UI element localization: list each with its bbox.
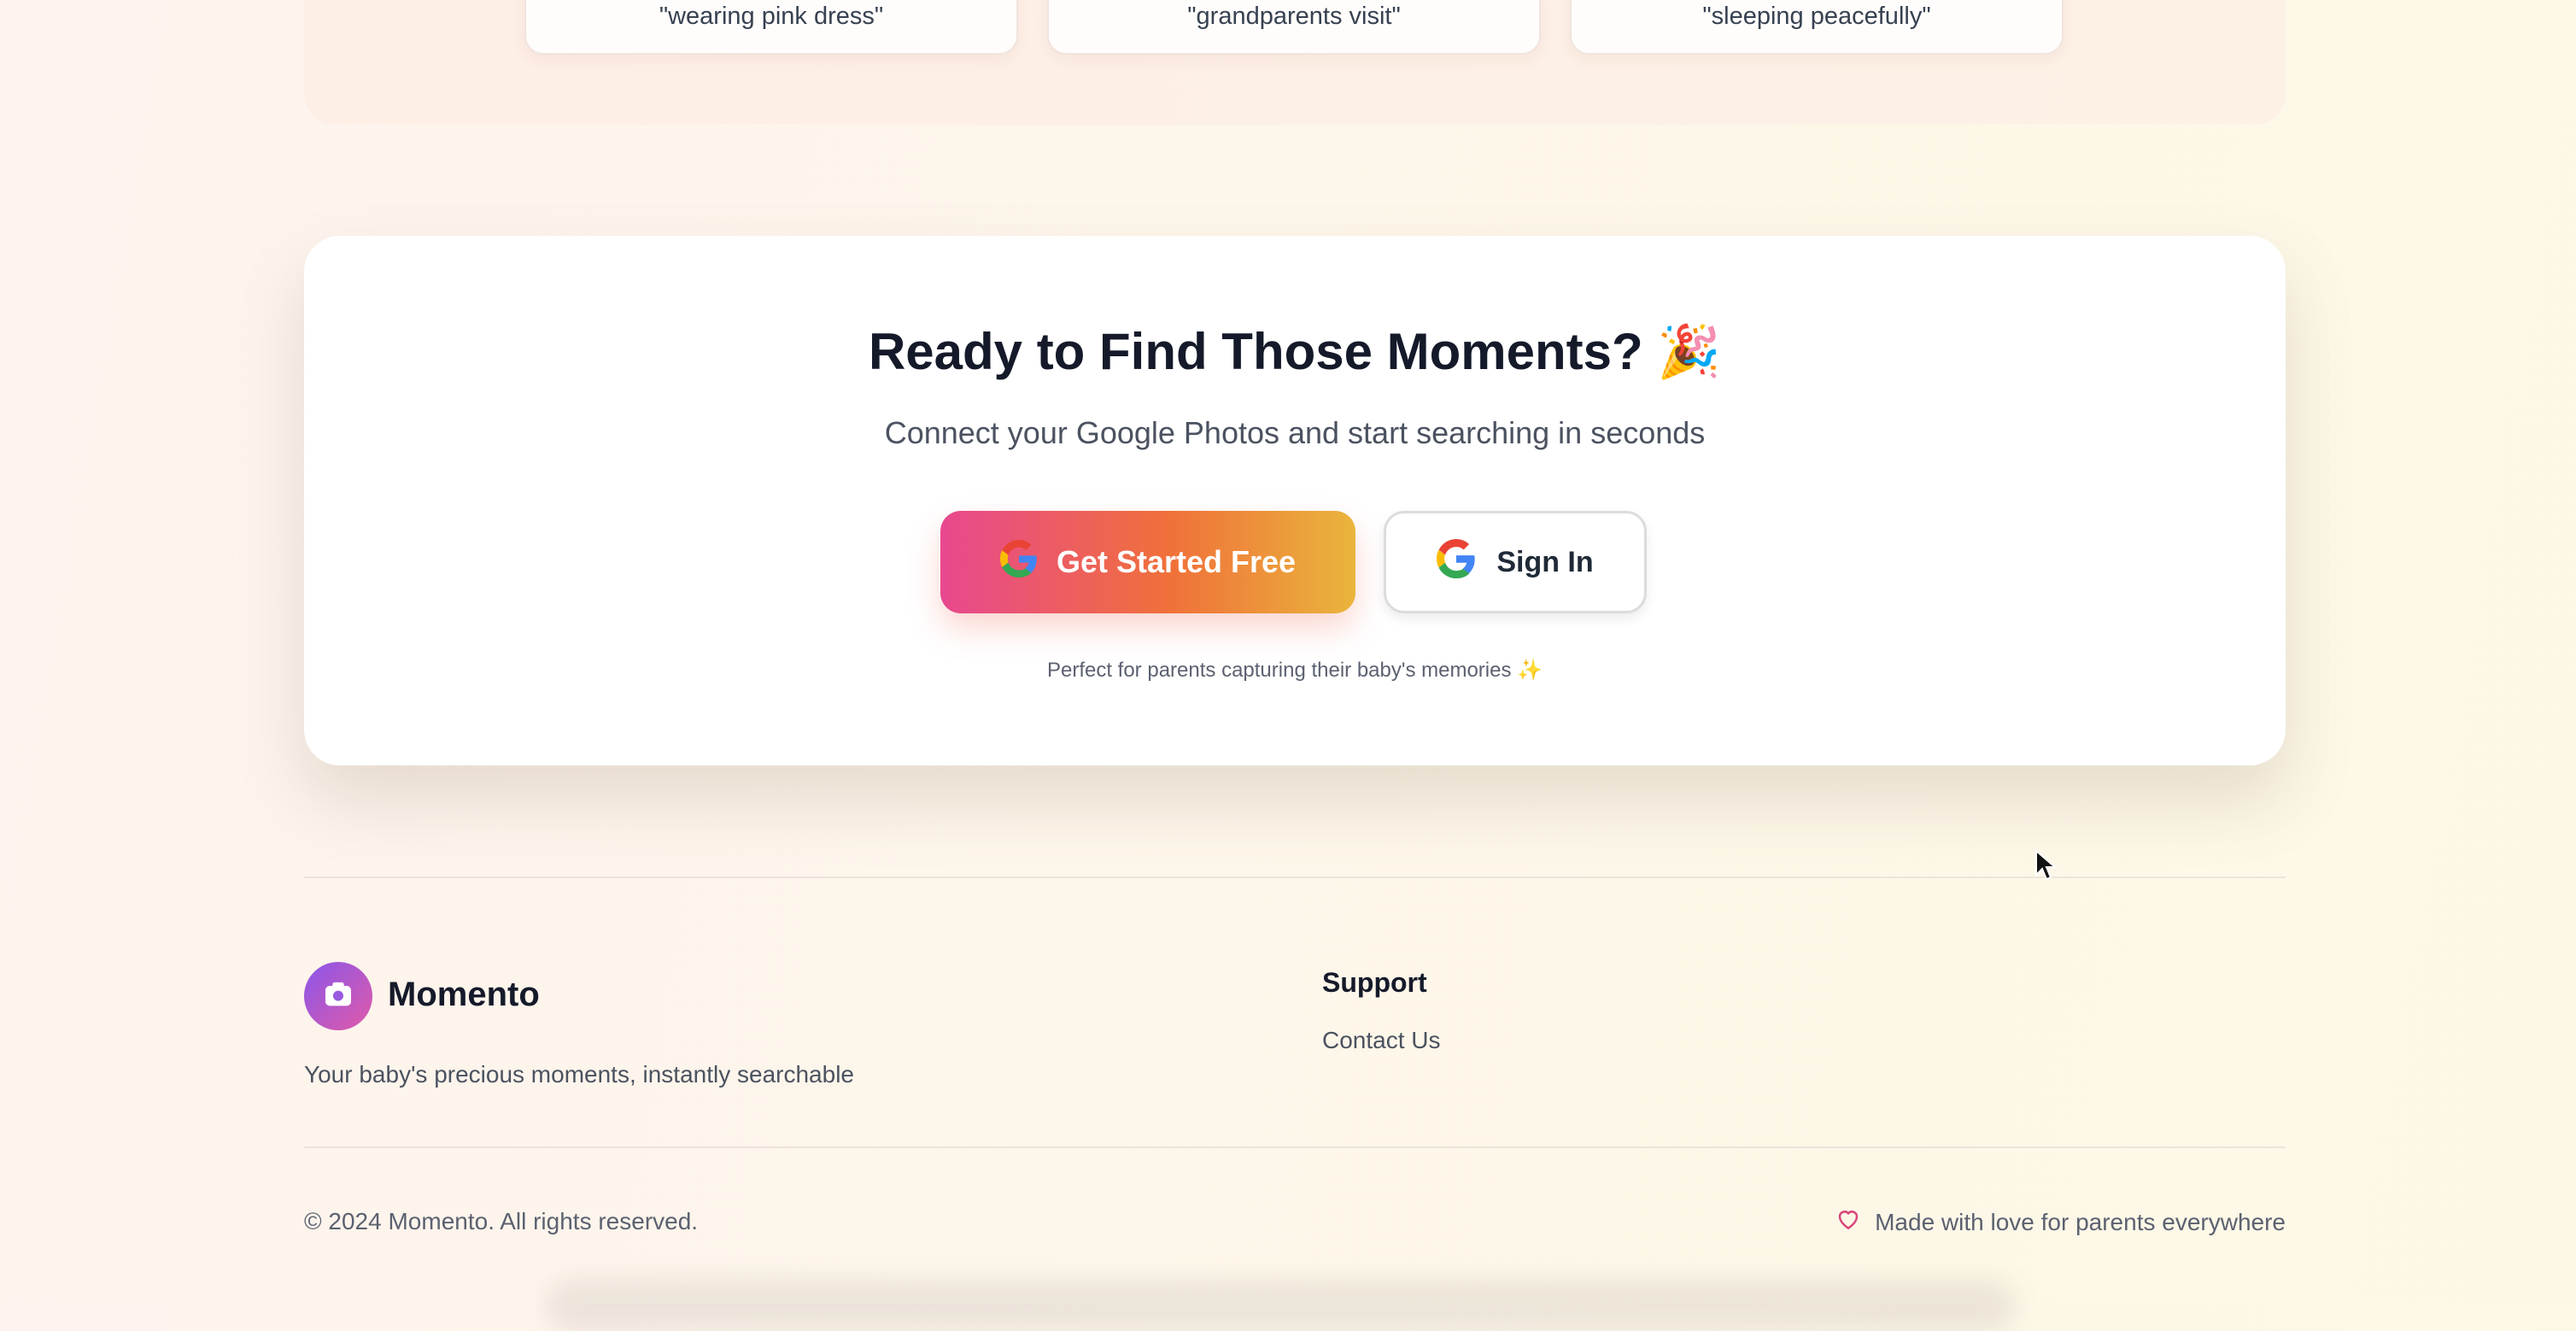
- sparkles-icon: ✨: [1517, 659, 1543, 682]
- camera-icon: [321, 977, 355, 1016]
- cta-subtitle: Connect your Google Photos and start sea…: [884, 415, 1706, 450]
- cta-note: Perfect for parents capturing their baby…: [304, 658, 2286, 683]
- heart-icon: [1835, 1206, 1861, 1238]
- made-with-love: Made with love for parents everywhere: [1835, 1206, 2286, 1238]
- example-search-text: "sleeping peacefully": [1702, 3, 1931, 30]
- google-icon: [1437, 538, 1476, 586]
- google-icon: [999, 539, 1038, 585]
- footer-tagline: Your baby's precious moments, instantly …: [304, 1061, 854, 1088]
- get-started-button[interactable]: Get Started Free: [940, 511, 1355, 613]
- example-search-chip[interactable]: "grandparents visit": [1047, 0, 1541, 55]
- example-search-text: "grandparents visit": [1187, 3, 1401, 30]
- cta-title: Ready to Find Those Moments? 🎉: [304, 321, 2286, 382]
- sign-in-button[interactable]: Sign In: [1384, 511, 1647, 613]
- footer-bottom-divider: [304, 1146, 2286, 1148]
- cta-title-text: Ready to Find Those Moments?: [868, 323, 1643, 380]
- cta-card: Ready to Find Those Moments? 🎉 Connect y…: [304, 236, 2286, 765]
- mouse-cursor: [2034, 848, 2058, 886]
- example-search-text: "wearing pink dress": [659, 3, 884, 30]
- get-started-label: Get Started Free: [1056, 544, 1297, 579]
- footer-brand-name: Momento: [388, 976, 540, 1013]
- cta-note-text: Perfect for parents capturing their baby…: [1046, 659, 1512, 682]
- footer-divider: [304, 877, 2286, 878]
- page-bottom-shadow: [547, 1280, 2016, 1331]
- example-search-chip[interactable]: "wearing pink dress": [524, 0, 1018, 55]
- logo-badge: [304, 962, 372, 1030]
- made-with-love-text: Made with love for parents everywhere: [1875, 1208, 2286, 1235]
- contact-us-link[interactable]: Contact Us: [1322, 1027, 1441, 1054]
- party-popper-icon: 🎉: [1657, 323, 1722, 380]
- sign-in-label: Sign In: [1496, 545, 1594, 578]
- copyright-text: © 2024 Momento. All rights reserved.: [304, 1208, 699, 1234]
- support-heading: Support: [1322, 967, 1427, 998]
- example-search-chip[interactable]: "sleeping peacefully": [1570, 0, 2064, 55]
